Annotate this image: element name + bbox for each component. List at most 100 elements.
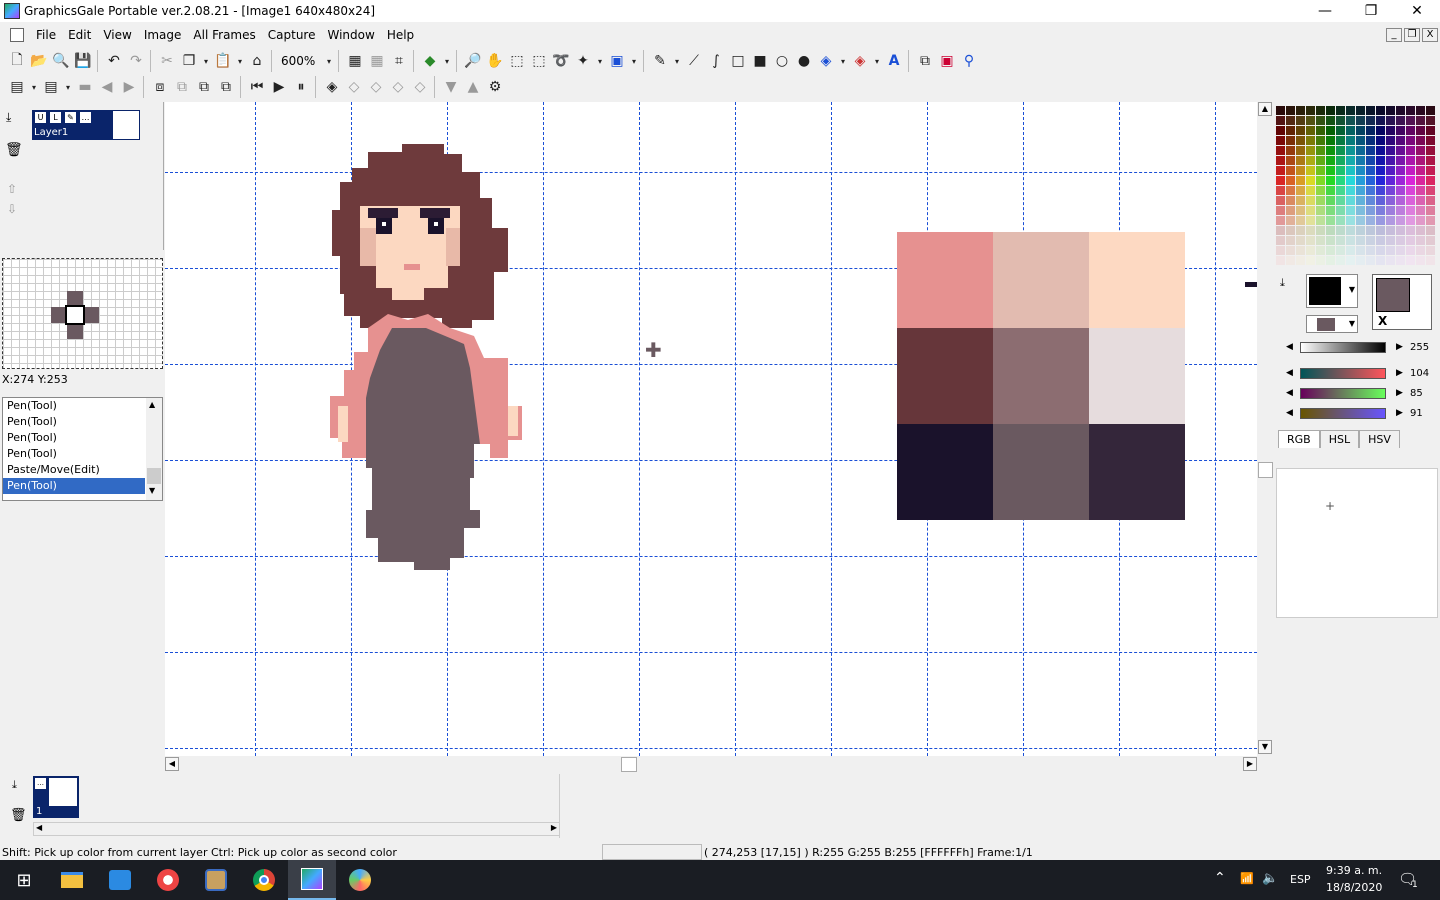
palette-cell[interactable] — [1336, 116, 1346, 126]
scroll-right-icon[interactable]: ▶ — [1243, 757, 1257, 771]
palette-cell[interactable] — [1396, 106, 1406, 116]
palette-cell[interactable] — [1296, 206, 1306, 216]
menu-edit[interactable]: Edit — [62, 24, 97, 46]
color-select-icon[interactable]: ▣ — [606, 50, 628, 72]
palette-cell[interactable] — [1326, 136, 1336, 146]
palette-cell[interactable] — [1276, 246, 1286, 256]
palette-cell[interactable] — [1346, 136, 1356, 146]
menu-capture[interactable]: Capture — [262, 24, 322, 46]
opera-icon[interactable] — [144, 860, 192, 900]
palette-cell[interactable] — [1426, 246, 1436, 256]
scroll-thumb[interactable] — [1258, 462, 1273, 478]
scroll-down-icon[interactable]: ▼ — [1258, 740, 1272, 754]
palette-cell[interactable] — [1306, 186, 1316, 196]
palette-cell[interactable] — [1326, 226, 1336, 236]
palette-cell[interactable] — [1356, 176, 1366, 186]
palette-cell[interactable] — [1386, 256, 1396, 266]
tray-chevron-icon[interactable]: ⌃ — [1214, 870, 1226, 886]
preview-icon[interactable]: 🔍 — [50, 50, 72, 72]
green-slider[interactable] — [1300, 388, 1386, 399]
blue-slider[interactable] — [1300, 408, 1386, 419]
palette-cell[interactable] — [1416, 176, 1426, 186]
palette-cell[interactable] — [1426, 116, 1436, 126]
free-select-icon[interactable]: ➰ — [550, 50, 572, 72]
palette-cell[interactable] — [1396, 146, 1406, 156]
palette-cell[interactable] — [1276, 126, 1286, 136]
palette-cell[interactable] — [1306, 196, 1316, 206]
cut-icon[interactable]: ✂ — [156, 50, 178, 72]
start-button[interactable]: ⊞ — [0, 860, 48, 900]
export-frame-icon[interactable]: ⧉ — [215, 76, 237, 98]
palette-cell[interactable] — [1296, 146, 1306, 156]
palette-cell[interactable] — [1306, 206, 1316, 216]
move-down-icon[interactable]: ▼ — [440, 76, 462, 98]
palette-cell[interactable] — [1306, 176, 1316, 186]
palette-cell[interactable] — [1336, 246, 1346, 256]
palette-cell[interactable] — [1306, 166, 1316, 176]
frame-delete-icon[interactable]: ▬ — [74, 76, 96, 98]
palette-cell[interactable] — [1366, 216, 1376, 226]
palette-cell[interactable] — [1366, 256, 1376, 266]
first-frame-icon[interactable]: ⏮ — [246, 76, 268, 98]
palette-cell[interactable] — [1286, 206, 1296, 216]
palette-cell[interactable] — [1306, 116, 1316, 126]
palette-cell[interactable] — [1426, 256, 1436, 266]
explorer-icon[interactable] — [48, 860, 96, 900]
trash-icon[interactable]: 🗑 — [5, 142, 23, 158]
rect-icon[interactable]: □ — [727, 50, 749, 72]
palette-cell[interactable] — [1396, 206, 1406, 216]
line-icon[interactable]: ⟋ — [683, 50, 705, 72]
palette-cell[interactable] — [1406, 206, 1416, 216]
palette-cell[interactable] — [1346, 206, 1356, 216]
palette-cell[interactable] — [1376, 166, 1386, 176]
palette-cell[interactable] — [1386, 196, 1396, 206]
palette-cell[interactable] — [1356, 106, 1366, 116]
zoom-select[interactable]: 600% — [277, 51, 323, 71]
palette-cell[interactable] — [1306, 106, 1316, 116]
palette-cell[interactable] — [1356, 126, 1366, 136]
palette-cell[interactable] — [1356, 256, 1366, 266]
palette-cell[interactable] — [1346, 126, 1356, 136]
paint-app-icon[interactable] — [336, 860, 384, 900]
palette-cell[interactable] — [1316, 236, 1326, 246]
palette-cell[interactable] — [1366, 106, 1376, 116]
palette-cell[interactable] — [1306, 146, 1316, 156]
palette-cell[interactable] — [1336, 256, 1346, 266]
palette-cell[interactable] — [1416, 126, 1426, 136]
palette-cell[interactable] — [1336, 196, 1346, 206]
palette-cell[interactable] — [1316, 176, 1326, 186]
palette-cell[interactable] — [1286, 186, 1296, 196]
palette-cell[interactable] — [1346, 226, 1356, 236]
palette-cell[interactable] — [1296, 136, 1306, 146]
palette-cell[interactable] — [1276, 226, 1286, 236]
color-reduce-icon[interactable]: ◆ — [419, 50, 441, 72]
palette-cell[interactable] — [1286, 156, 1296, 166]
secondary-color-picker[interactable]: ▼ — [1306, 315, 1358, 333]
palette-cell[interactable] — [1396, 176, 1406, 186]
palette-cell[interactable] — [1346, 166, 1356, 176]
palette-cell[interactable] — [1416, 186, 1426, 196]
palette-cell[interactable] — [1416, 166, 1426, 176]
palette-cell[interactable] — [1426, 206, 1436, 216]
palette-cell[interactable] — [1336, 176, 1346, 186]
palette-cell[interactable] — [1346, 236, 1356, 246]
palette-cell[interactable] — [1426, 236, 1436, 246]
color-palette[interactable] — [1276, 106, 1438, 268]
palette-cell[interactable] — [1356, 236, 1366, 246]
minimize-button[interactable]: — — [1302, 0, 1348, 22]
filled-circle-icon[interactable]: ● — [793, 50, 815, 72]
palette-cell[interactable] — [1296, 256, 1306, 266]
palette-cell[interactable] — [1426, 146, 1436, 156]
palette-cell[interactable] — [1356, 156, 1366, 166]
palette-cell[interactable] — [1326, 246, 1336, 256]
palette-cell[interactable] — [1376, 256, 1386, 266]
palette-cell[interactable] — [1276, 186, 1286, 196]
palette-cell[interactable] — [1376, 226, 1386, 236]
palette-cell[interactable] — [1306, 126, 1316, 136]
palette-cell[interactable] — [1316, 116, 1326, 126]
palette-cell[interactable] — [1306, 216, 1316, 226]
palette-cell[interactable] — [1396, 196, 1406, 206]
magic-wand-icon[interactable]: ✦ — [572, 50, 594, 72]
drawing-canvas[interactable]: ✚ — [165, 102, 1257, 756]
insert-key-icon[interactable]: ◈ — [321, 76, 343, 98]
